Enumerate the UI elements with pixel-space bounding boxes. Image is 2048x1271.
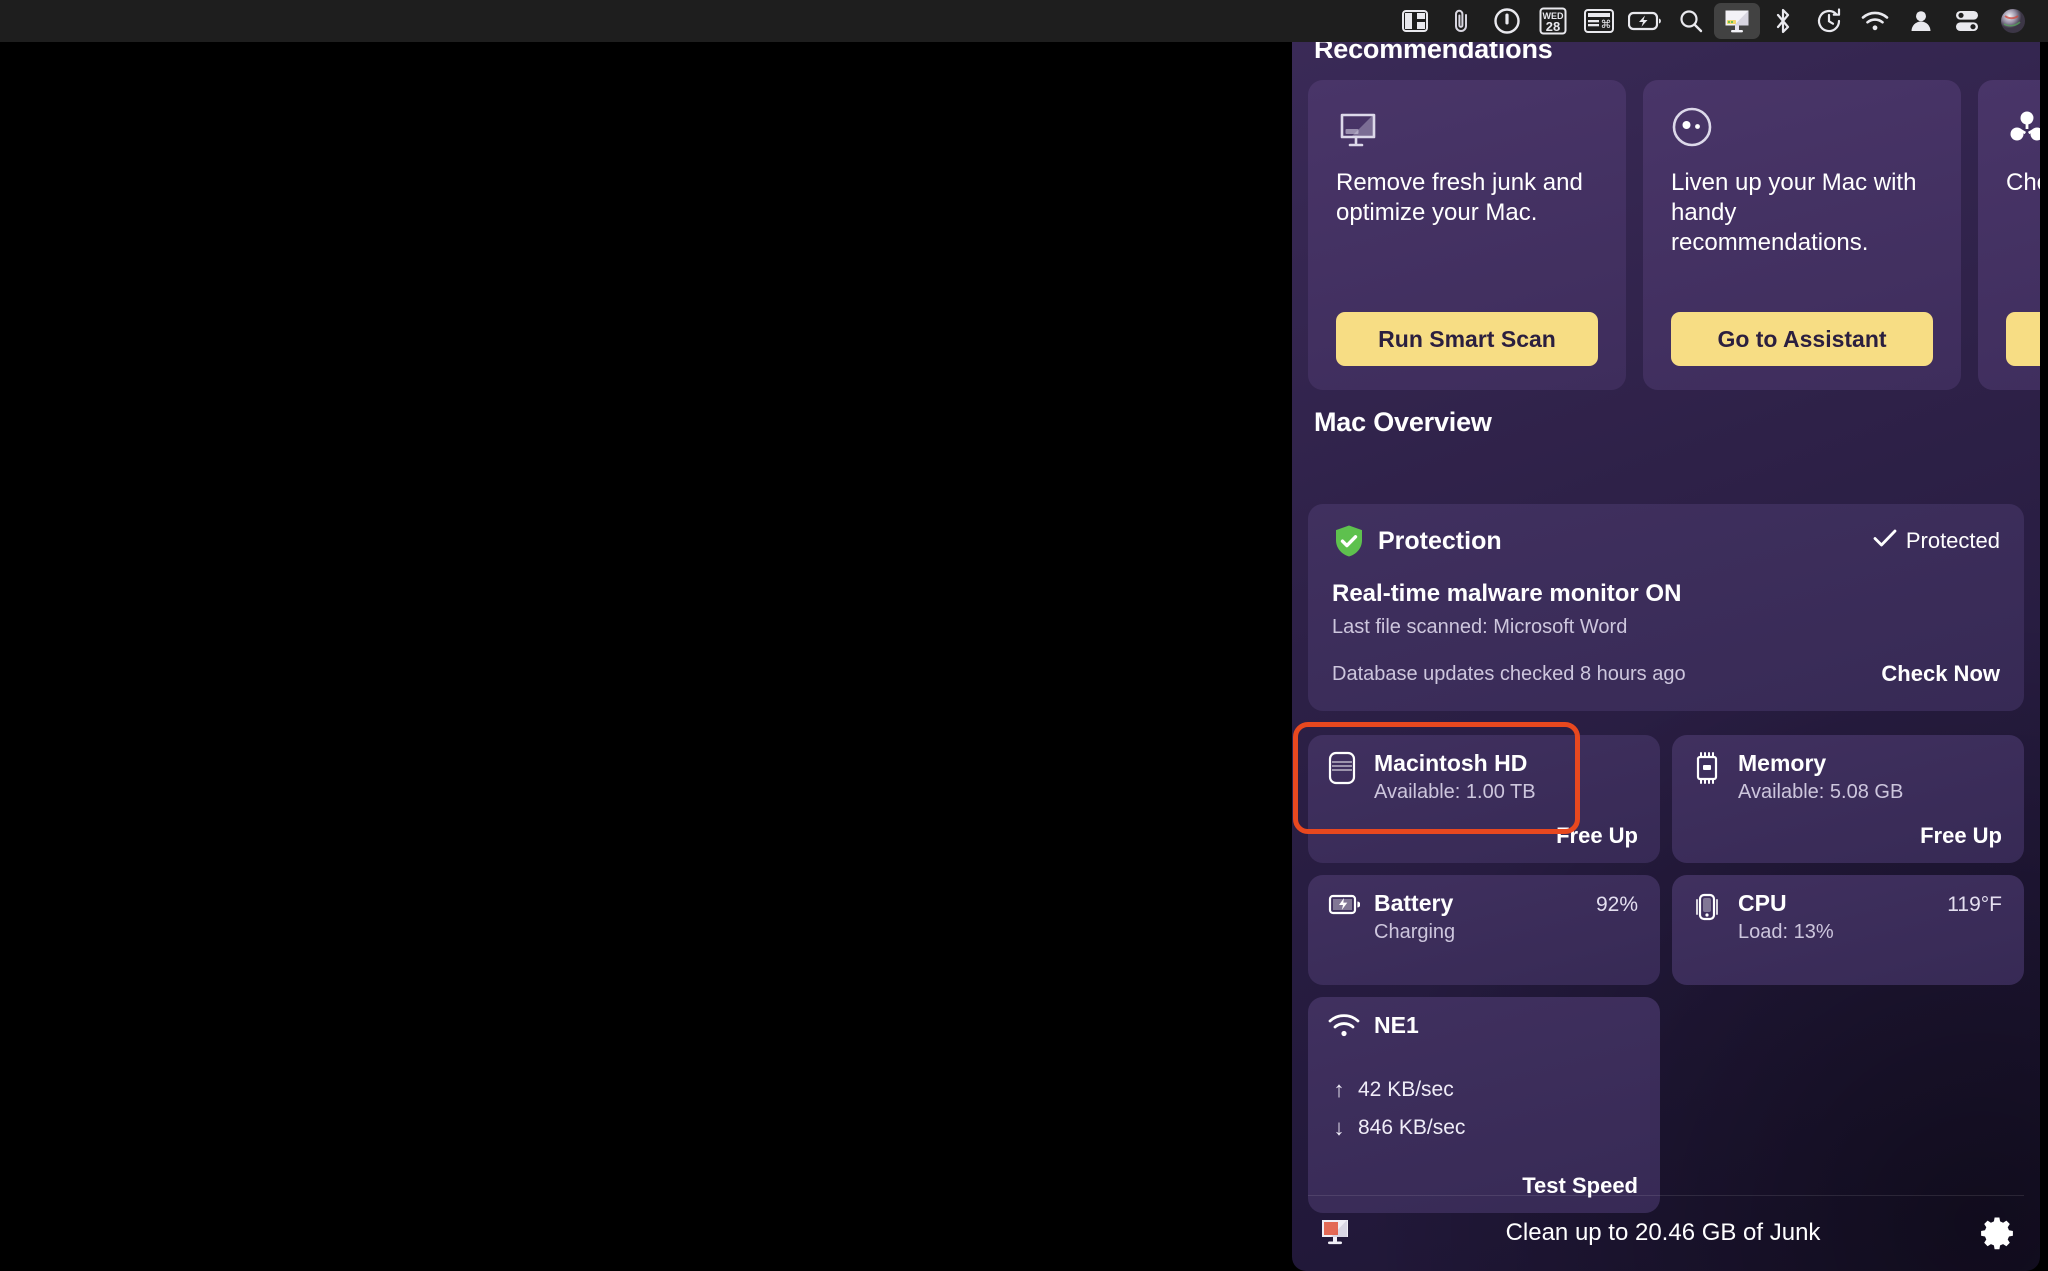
- protection-status-label: Protected: [1905, 528, 2000, 553]
- hard-drive-icon: [1328, 751, 1362, 789]
- protection-header: Protection Protected: [1332, 524, 2000, 558]
- protection-footer: Database updates checked 8 hours ago Che…: [1332, 661, 2000, 687]
- user-account-icon[interactable]: [1898, 0, 1944, 42]
- svg-text:⌘: ⌘: [1601, 19, 1612, 31]
- paperclip-icon[interactable]: [1438, 0, 1484, 42]
- wifi-icon[interactable]: [1852, 0, 1898, 42]
- bluetooth-icon[interactable]: [1760, 0, 1806, 42]
- go-to-assistant-button[interactable]: Go to Assistant: [1671, 312, 1933, 366]
- network-download-row: ↓ 846 KB/sec: [1328, 1115, 1638, 1141]
- metric-subtitle: Available: 1.00 TB: [1374, 781, 1536, 804]
- search-icon[interactable]: [1668, 0, 1714, 42]
- siri-icon[interactable]: [1990, 0, 2036, 42]
- download-arrow-icon: ↓: [1333, 1115, 1345, 1140]
- metric-subtitle: Load: 13%: [1738, 921, 1834, 944]
- control-center-icon[interactable]: [1944, 0, 1990, 42]
- recommendations-heading: Recommendations: [1314, 42, 1553, 64]
- metric-card-network[interactable]: NE1 ↑ 42 KB/sec ↓ 846 KB/sec Test Speed: [1308, 997, 1660, 1213]
- upload-arrow-icon: ↑: [1333, 1077, 1345, 1102]
- recommendation-text: Liven up your Mac with handy recommendat…: [1671, 169, 1917, 257]
- wifi-icon: [1328, 1013, 1362, 1051]
- gear-icon[interactable]: [1980, 1216, 2014, 1250]
- metric-subtitle: Available: 5.08 GB: [1738, 781, 1904, 804]
- checkmark-icon: [1873, 528, 1897, 554]
- svg-text:28: 28: [1546, 19, 1560, 34]
- recommendation-card-vulnerabilities[interactable]: Check for vulnerabilities. Scan Now: [1978, 80, 2040, 390]
- cleanmymac-menu-icon[interactable]: [1714, 3, 1760, 39]
- screen: WED 28 ⌘ Recommendations Remove fresh ju…: [0, 0, 2048, 1271]
- malware-monitor-status: Real-time malware monitor ON: [1332, 580, 1682, 607]
- recommendation-card-assistant[interactable]: Liven up your Mac with handy recommendat…: [1643, 80, 1961, 390]
- assistant-face-icon: [1671, 106, 1933, 152]
- network-upload-row: ↑ 42 KB/sec: [1328, 1077, 1638, 1103]
- calendar-icon[interactable]: WED 28: [1530, 0, 1576, 42]
- recommendation-text: Remove fresh junk and optimize your Mac.: [1336, 169, 1583, 227]
- memory-chip-icon: [1692, 751, 1726, 789]
- network-upload-speed: 42 KB/sec: [1358, 1078, 1454, 1101]
- scan-now-button[interactable]: Scan Now: [2006, 312, 2040, 366]
- cleanmymac-monitor-icon: [1336, 106, 1598, 152]
- macos-menu-bar: WED 28 ⌘: [0, 0, 2048, 42]
- metric-title: Memory: [1738, 750, 1827, 776]
- recommendation-card-smart-scan[interactable]: Remove fresh junk and optimize your Mac.…: [1308, 80, 1626, 390]
- metric-title: NE1: [1374, 1012, 1419, 1038]
- mac-overview-heading: Mac Overview: [1314, 407, 1492, 437]
- split-view-icon[interactable]: [1392, 0, 1438, 42]
- protection-status: Protected: [1873, 528, 2000, 554]
- cleanmymac-menu-panel: Recommendations Remove fresh junk and op…: [1292, 42, 2040, 1271]
- shield-check-icon: [1332, 524, 1366, 558]
- protection-card[interactable]: Protection Protected Real-time malware m…: [1308, 504, 2024, 711]
- battery-percentage: 92%: [1595, 893, 1638, 916]
- metric-card-battery[interactable]: Battery Charging 92%: [1308, 875, 1660, 985]
- bottom-bar: Clean up to 20.46 GB of Junk: [1292, 1195, 2040, 1271]
- cpu-icon: [1692, 891, 1726, 929]
- last-file-scanned: Last file scanned: Microsoft Word: [1332, 616, 1628, 638]
- metric-card-cpu[interactable]: CPU Load: 13% 119°F: [1672, 875, 2024, 985]
- metric-title: Battery: [1374, 890, 1454, 916]
- keyboard-shortcut-icon[interactable]: ⌘: [1576, 0, 1622, 42]
- metric-card-memory[interactable]: Memory Available: 5.08 GB Free Up: [1672, 735, 2024, 863]
- run-smart-scan-button[interactable]: Run Smart Scan: [1336, 312, 1598, 366]
- free-up-disk-button[interactable]: Free Up: [1556, 823, 1638, 849]
- cleanup-summary-label[interactable]: Clean up to 20.46 GB of Junk: [1346, 1219, 1980, 1247]
- power-circle-icon[interactable]: [1484, 0, 1530, 42]
- protection-label: Protection: [1378, 526, 1502, 555]
- recommendations-card-row: Remove fresh junk and optimize your Mac.…: [1308, 80, 2040, 390]
- database-update-status: Database updates checked 8 hours ago: [1332, 662, 1686, 685]
- cpu-temperature: 119°F: [1947, 893, 2002, 916]
- network-download-speed: 846 KB/sec: [1358, 1116, 1466, 1139]
- metric-title: Macintosh HD: [1374, 750, 1528, 776]
- battery-charging-icon[interactable]: [1622, 0, 1668, 42]
- time-machine-icon[interactable]: [1806, 0, 1852, 42]
- check-now-button[interactable]: Check Now: [1881, 661, 2000, 687]
- metric-subtitle: Charging: [1374, 921, 1456, 944]
- metric-title: CPU: [1738, 890, 1787, 916]
- metric-card-disk[interactable]: Macintosh HD Available: 1.00 TB Free Up: [1308, 735, 1660, 863]
- battery-charging-icon: [1328, 891, 1362, 929]
- free-up-memory-button[interactable]: Free Up: [1920, 823, 2002, 849]
- recommendation-text: Check for vulnerabilities.: [2006, 169, 2040, 196]
- biohazard-icon: [2006, 106, 2040, 152]
